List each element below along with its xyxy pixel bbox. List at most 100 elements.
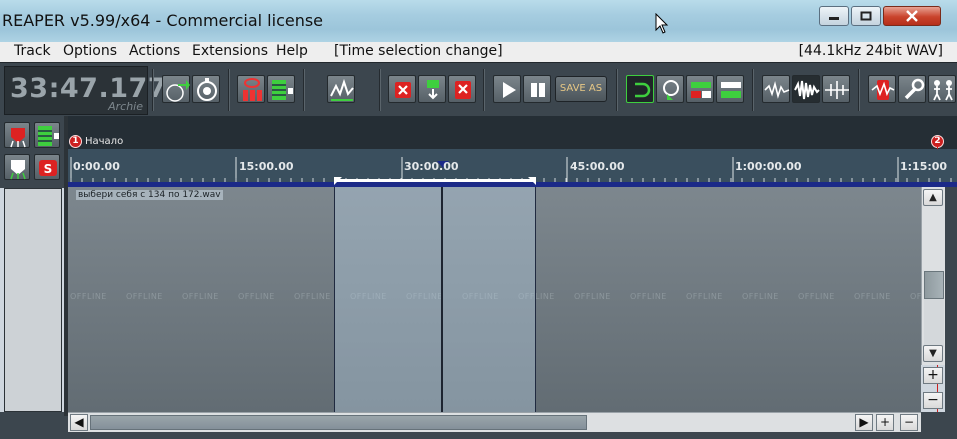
waveform-peaks-button[interactable] <box>792 75 820 103</box>
toolbar-separator <box>379 69 381 111</box>
track-manager-icon <box>272 80 293 100</box>
loop-button[interactable] <box>626 75 654 103</box>
menu-actions[interactable]: Actions <box>129 43 180 59</box>
scroll-down-button[interactable]: ▼ <box>923 345 943 362</box>
window-title: REAPER v5.99/x64 - Commercial license <box>2 11 324 30</box>
horizontal-scroll-thumb[interactable] <box>90 415 587 430</box>
horizontal-scrollbar[interactable]: ◀ ▶ + − <box>68 412 921 432</box>
audio-format-status[interactable]: [44.1kHz 24bit WAV] <box>799 43 943 59</box>
tempo-icon <box>197 78 217 101</box>
offline-label: OFFLINE <box>182 292 219 301</box>
ruler-ticks <box>68 157 957 187</box>
play-icon <box>503 82 516 98</box>
metronome-button[interactable] <box>162 75 190 103</box>
envelope-icon <box>330 78 354 101</box>
waveform-button[interactable] <box>762 75 790 103</box>
menu-help[interactable]: Help <box>276 43 308 59</box>
vertical-zoom-in-button[interactable]: + <box>923 367 943 384</box>
timeline-ruler[interactable]: 0:00.00 15:00.00 30:00.00 45:00.00 1:00:… <box>68 149 957 187</box>
fx-icon <box>871 80 895 100</box>
toolbar-separator <box>228 69 230 111</box>
scroll-up-button[interactable]: ▲ <box>923 189 943 206</box>
menu-extensions[interactable]: Extensions <box>192 43 268 59</box>
maximize-icon <box>860 11 872 21</box>
play-button[interactable] <box>493 75 521 103</box>
offline-label: OFFLINE <box>574 292 611 301</box>
tempo-button[interactable] <box>192 75 220 103</box>
action-status: [Time selection change] <box>334 43 503 59</box>
offline-label: OFFLINE <box>630 292 667 301</box>
snap-icon <box>691 82 711 98</box>
close-button[interactable] <box>883 6 941 26</box>
spectral-button[interactable] <box>822 75 850 103</box>
toolbar-separator <box>616 69 618 111</box>
marker-1[interactable]: 1 <box>69 135 82 148</box>
track-manager-button[interactable] <box>267 75 295 103</box>
vertical-scrollbar[interactable]: ▲ ▼ <box>921 187 945 365</box>
horizontal-zoom-out-button[interactable]: − <box>900 414 918 431</box>
ruler-label: 0:00.00 <box>73 160 120 173</box>
snap-button[interactable] <box>686 75 714 103</box>
wrench-button[interactable] <box>898 75 926 103</box>
scroll-right-button[interactable]: ▶ <box>855 414 873 431</box>
close-icon <box>906 10 918 22</box>
waveform-icon <box>764 80 790 99</box>
mixer-icon <box>243 78 262 101</box>
title-bar[interactable]: REAPER v5.99/x64 - Commercial license <box>0 0 957 42</box>
reaper-window: REAPER v5.99/x64 - Commercial license Tr… <box>0 0 957 439</box>
time-display[interactable]: 33:47.177 Archie <box>4 66 167 115</box>
offline-label: OFFLINE <box>126 292 163 301</box>
ruler-label: 30:00.00 <box>404 160 459 173</box>
svg-text:S: S <box>44 162 53 176</box>
offline-label: OFFLINE <box>294 292 331 301</box>
track-list-area[interactable] <box>4 188 62 412</box>
minimize-button[interactable] <box>819 6 849 26</box>
minimize-icon <box>829 17 839 20</box>
waveform-peaks-icon <box>794 80 820 100</box>
mixer-button[interactable] <box>237 75 265 103</box>
remove-items-button[interactable] <box>448 75 476 103</box>
vertical-scroll-thumb[interactable] <box>924 271 944 299</box>
scroll-left-button[interactable]: ◀ <box>70 414 88 431</box>
horizontal-zoom-in-button[interactable]: + <box>876 414 894 431</box>
vertical-scroll-track[interactable] <box>924 299 944 347</box>
repeat-button[interactable] <box>656 75 684 103</box>
offline-label: OFFLINE <box>798 292 835 301</box>
grid-button[interactable] <box>716 75 744 103</box>
marker-lane[interactable]: 1 Начало 2 <box>68 116 957 439</box>
new-folder-button[interactable] <box>4 154 30 180</box>
record-input-button[interactable] <box>418 75 446 103</box>
solo-button[interactable]: S <box>34 154 60 180</box>
add-track-button[interactable] <box>4 122 30 148</box>
track-add-icon <box>10 128 26 148</box>
grid-icon <box>721 82 741 98</box>
stop-button[interactable] <box>523 75 551 103</box>
delete-button[interactable] <box>388 75 416 103</box>
fx-button[interactable] <box>868 75 896 103</box>
toolbar-separator <box>752 69 754 111</box>
menu-track[interactable]: Track <box>14 43 51 59</box>
track-control-header: S <box>0 116 68 188</box>
offline-label: OFFLINE <box>910 292 921 301</box>
save-as-button[interactable]: SAVE AS <box>555 76 607 102</box>
toolbar-separator <box>483 69 485 111</box>
toolbar-separator <box>152 69 154 111</box>
menu-bar: Track Options Actions Extensions Help [T… <box>0 42 957 62</box>
vertical-zoom-out-button[interactable]: − <box>923 392 943 409</box>
offline-label: OFFLINE <box>70 292 107 301</box>
toolbar-separator <box>303 69 305 111</box>
edit-cursor <box>441 187 443 412</box>
track-list-icon <box>38 126 59 146</box>
loop-icon <box>635 82 651 98</box>
track-list-button[interactable] <box>34 122 60 148</box>
routing-button[interactable] <box>928 75 956 103</box>
arrange-view[interactable]: выбери себя с 134 по 172.wav OFFLINE OFFL… <box>68 187 921 412</box>
ruler-label: 1:15:00 <box>900 160 948 173</box>
envelope-button[interactable] <box>327 75 355 103</box>
menu-options[interactable]: Options <box>63 43 117 59</box>
time-selection[interactable] <box>334 187 536 412</box>
folder-icon <box>10 160 26 180</box>
ruler-label: 45:00.00 <box>570 160 625 173</box>
offline-label: OFFLINE <box>238 292 275 301</box>
maximize-button[interactable] <box>851 6 881 26</box>
